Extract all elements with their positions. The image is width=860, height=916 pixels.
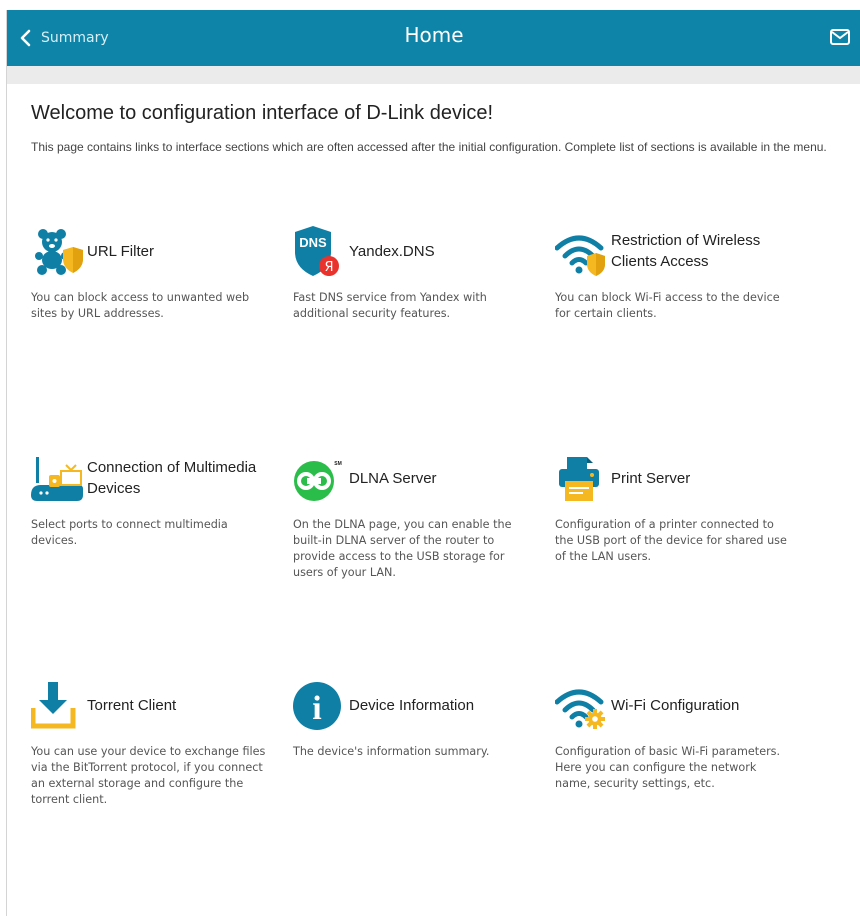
page-title: Home	[404, 23, 464, 47]
welcome-description: This page contains links to interface se…	[31, 140, 827, 154]
dlna-mark: SM	[334, 461, 342, 467]
tile-description: You can use your device to exchange file…	[31, 745, 266, 806]
wifi-gear-icon	[555, 689, 605, 729]
tile-title: URL Filter	[87, 242, 154, 260]
tile-title: Yandex.DNS	[349, 242, 435, 260]
info-icon: i	[293, 682, 341, 730]
wifi-shield-icon	[555, 235, 605, 276]
tile-title: DLNA Server	[349, 469, 437, 487]
tile-description: On the DLNA page, you can enable the bui…	[293, 518, 512, 579]
tile-description: You can block Wi-Fi access to the device…	[555, 291, 780, 320]
tile-title: Torrent Client	[87, 696, 177, 714]
header-divider	[7, 66, 860, 84]
dlna-icon: SM	[294, 461, 342, 501]
tile-description: Select ports to connect multimedia devic…	[31, 518, 228, 547]
tile-description: You can block access to unwanted web sit…	[31, 291, 250, 320]
top-bar: Summary Home	[7, 10, 860, 66]
welcome-heading: Welcome to configuration interface of D-…	[31, 102, 494, 124]
mail-icon[interactable]	[829, 26, 851, 48]
router-multimedia-icon	[31, 457, 83, 501]
teddy-bear-shield-icon	[35, 229, 83, 275]
tile-title: Print Server	[611, 469, 691, 487]
info-glyph: i	[312, 690, 321, 727]
tile-description: Configuration of a printer connected to …	[555, 518, 787, 563]
tile-title: Connection of Multimedia Devices	[87, 459, 257, 497]
tile-description: Configuration of basic Wi-Fi parameters.…	[555, 745, 781, 790]
tile-description: The device's information summary.	[293, 745, 490, 758]
main-frame: Summary Home Welcome to configuration in…	[6, 10, 860, 916]
yandex-badge: Я	[324, 260, 333, 275]
dns-label: DNS	[299, 235, 327, 250]
yandex-dns-icon: DNS Я	[295, 226, 339, 276]
printer-icon	[559, 457, 599, 501]
tile-title: Wi-Fi Configuration	[611, 696, 740, 714]
tile-title: Restriction of Wireless Clients Access	[611, 232, 761, 270]
tile-description: Fast DNS service from Yandex with additi…	[293, 291, 487, 320]
tile-title: Device Information	[349, 696, 475, 714]
download-tray-icon	[31, 682, 76, 729]
